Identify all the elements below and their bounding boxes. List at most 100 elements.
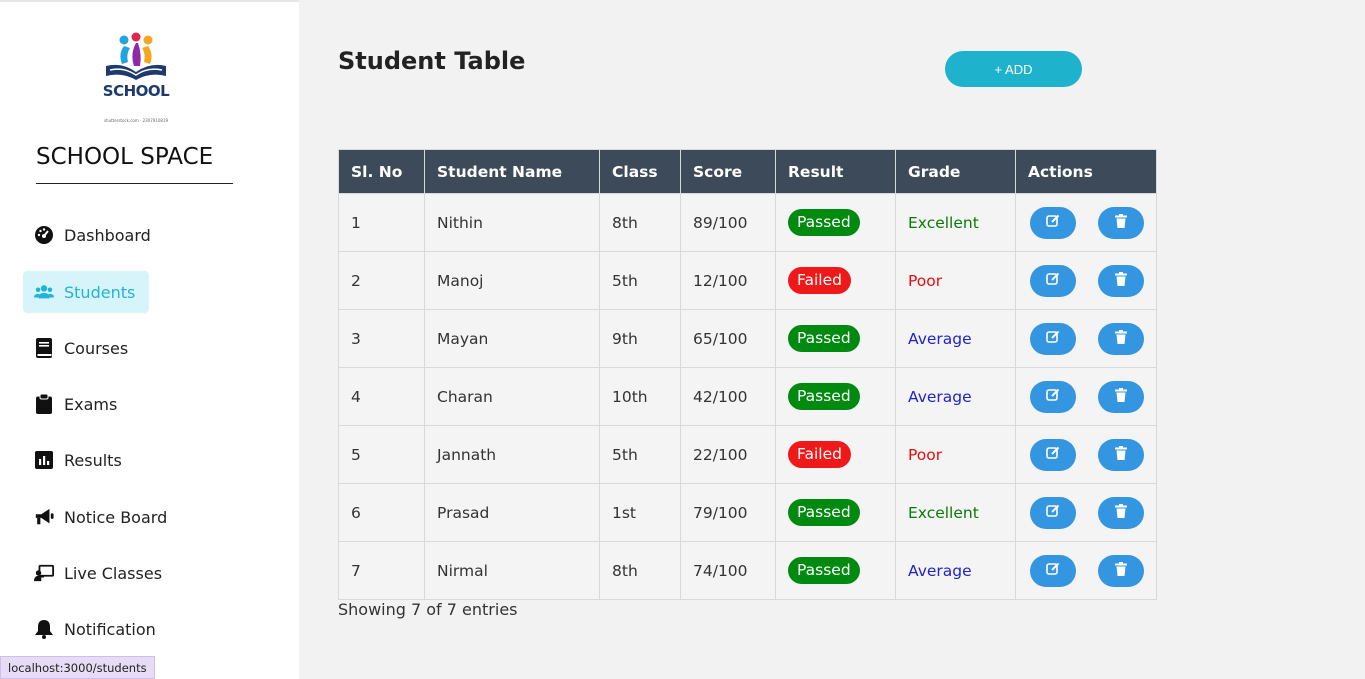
dashboard-gauge-icon bbox=[34, 225, 54, 245]
sidebar-item-notice-board[interactable]: Notice Board bbox=[23, 496, 167, 538]
edit-icon bbox=[1046, 388, 1060, 405]
delete-button[interactable] bbox=[1098, 496, 1144, 529]
result-badge: Passed bbox=[788, 209, 860, 236]
table-row: 3 Mayan 9th 65/100 Passed Average bbox=[338, 309, 1157, 368]
sidebar-item-exams[interactable]: Exams bbox=[23, 383, 117, 425]
grade-text: Average bbox=[908, 329, 972, 348]
grade-text: Excellent bbox=[908, 503, 979, 522]
sidebar-item-label: Dashboard bbox=[64, 225, 151, 245]
edit-button[interactable] bbox=[1030, 438, 1076, 471]
sidebar-item-label: Notice Board bbox=[64, 507, 168, 527]
delete-button[interactable] bbox=[1098, 380, 1144, 413]
edit-button[interactable] bbox=[1030, 496, 1076, 529]
delete-button[interactable] bbox=[1098, 322, 1144, 355]
cell-result: Passed bbox=[775, 541, 896, 600]
sidebar: SCHOOL shutterstock.com · 2307910819 SCH… bbox=[0, 0, 299, 679]
cell-class: 1st bbox=[599, 483, 681, 542]
cell-actions bbox=[1015, 251, 1157, 310]
cell-grade: Average bbox=[895, 309, 1016, 368]
sidebar-item-notification[interactable]: Notification bbox=[23, 608, 156, 650]
column-header-actions: Actions bbox=[1015, 149, 1157, 194]
cell-result: Passed bbox=[775, 193, 896, 252]
cell-grade: Average bbox=[895, 367, 1016, 426]
users-icon bbox=[34, 282, 54, 302]
cell-result: Failed bbox=[775, 251, 896, 310]
cell-score: 65/100 bbox=[680, 309, 776, 368]
sidebar-item-live-classes[interactable]: Live Classes bbox=[23, 552, 162, 594]
sidebar-item-students[interactable]: Students bbox=[23, 271, 149, 313]
cell-grade: Poor bbox=[895, 425, 1016, 484]
cell-score: 89/100 bbox=[680, 193, 776, 252]
cell-result: Failed bbox=[775, 425, 896, 484]
cell-sl-no: 3 bbox=[338, 309, 425, 368]
cell-score: 22/100 bbox=[680, 425, 776, 484]
trash-icon bbox=[1115, 330, 1127, 347]
grade-text: Average bbox=[908, 387, 972, 406]
school-logo: SCHOOL shutterstock.com · 2307910819 bbox=[100, 32, 172, 128]
table-body: 1 Nithin 8th 89/100 Passed Excellent 2 Manoj 5th… bbox=[338, 193, 1157, 600]
table-row: 2 Manoj 5th 12/100 Failed Poor bbox=[338, 251, 1157, 310]
sidebar-item-label: Results bbox=[64, 450, 122, 470]
table-row: 5 Jannath 5th 22/100 Failed Poor bbox=[338, 425, 1157, 484]
cell-student-name: Nirmal bbox=[424, 541, 600, 600]
result-badge: Passed bbox=[788, 383, 860, 410]
edit-button[interactable] bbox=[1030, 264, 1076, 297]
table-row: 1 Nithin 8th 89/100 Passed Excellent bbox=[338, 193, 1157, 252]
cell-grade: Excellent bbox=[895, 483, 1016, 542]
cell-class: 8th bbox=[599, 541, 681, 600]
brand-title: SCHOOL SPACE bbox=[36, 144, 214, 170]
chalkboard-teacher-icon bbox=[34, 563, 54, 583]
trash-icon bbox=[1115, 272, 1127, 289]
logo-text: SCHOOL bbox=[102, 82, 170, 100]
trash-icon bbox=[1115, 562, 1127, 579]
sidebar-item-courses[interactable]: Courses bbox=[23, 327, 128, 369]
cell-sl-no: 1 bbox=[338, 193, 425, 252]
edit-button[interactable] bbox=[1030, 380, 1076, 413]
delete-button[interactable] bbox=[1098, 264, 1144, 297]
cell-student-name: Mayan bbox=[424, 309, 600, 368]
edit-button[interactable] bbox=[1030, 554, 1076, 587]
cell-sl-no: 5 bbox=[338, 425, 425, 484]
column-header-class: Class bbox=[599, 149, 681, 194]
cell-grade: Poor bbox=[895, 251, 1016, 310]
cell-result: Passed bbox=[775, 483, 896, 542]
chart-icon bbox=[34, 450, 54, 470]
cell-student-name: Nithin bbox=[424, 193, 600, 252]
cell-score: 74/100 bbox=[680, 541, 776, 600]
edit-icon bbox=[1046, 272, 1060, 289]
add-student-button[interactable]: + ADD bbox=[945, 51, 1082, 87]
cell-grade: Excellent bbox=[895, 193, 1016, 252]
result-badge: Passed bbox=[788, 499, 860, 526]
column-header-score: Score bbox=[680, 149, 776, 194]
sidebar-item-results[interactable]: Results bbox=[23, 439, 122, 481]
cell-actions bbox=[1015, 425, 1157, 484]
delete-button[interactable] bbox=[1098, 206, 1144, 239]
edit-button[interactable] bbox=[1030, 206, 1076, 239]
cell-actions bbox=[1015, 541, 1157, 600]
sidebar-item-label: Live Classes bbox=[64, 563, 163, 583]
delete-button[interactable] bbox=[1098, 554, 1144, 587]
cell-actions bbox=[1015, 309, 1157, 368]
sidebar-item-label: Students bbox=[64, 282, 136, 302]
edit-icon bbox=[1046, 446, 1060, 463]
cell-sl-no: 6 bbox=[338, 483, 425, 542]
sidebar-item-label: Exams bbox=[64, 394, 118, 414]
cell-class: 5th bbox=[599, 251, 681, 310]
sidebar-item-dashboard[interactable]: Dashboard bbox=[23, 214, 151, 256]
cell-grade: Average bbox=[895, 541, 1016, 600]
logo-fineprint: shutterstock.com · 2307910819 bbox=[103, 118, 169, 123]
brand-underline bbox=[36, 183, 233, 184]
grade-text: Excellent bbox=[908, 213, 979, 232]
edit-button[interactable] bbox=[1030, 322, 1076, 355]
column-header-student-name: Student Name bbox=[424, 149, 600, 194]
delete-button[interactable] bbox=[1098, 438, 1144, 471]
column-header-grade: Grade bbox=[895, 149, 1016, 194]
cell-class: 9th bbox=[599, 309, 681, 368]
edit-icon bbox=[1046, 330, 1060, 347]
cell-result: Passed bbox=[775, 309, 896, 368]
cell-score: 42/100 bbox=[680, 367, 776, 426]
cell-sl-no: 7 bbox=[338, 541, 425, 600]
cell-student-name: Prasad bbox=[424, 483, 600, 542]
status-bar-url: localhost:3000/students bbox=[0, 656, 155, 679]
cell-class: 5th bbox=[599, 425, 681, 484]
